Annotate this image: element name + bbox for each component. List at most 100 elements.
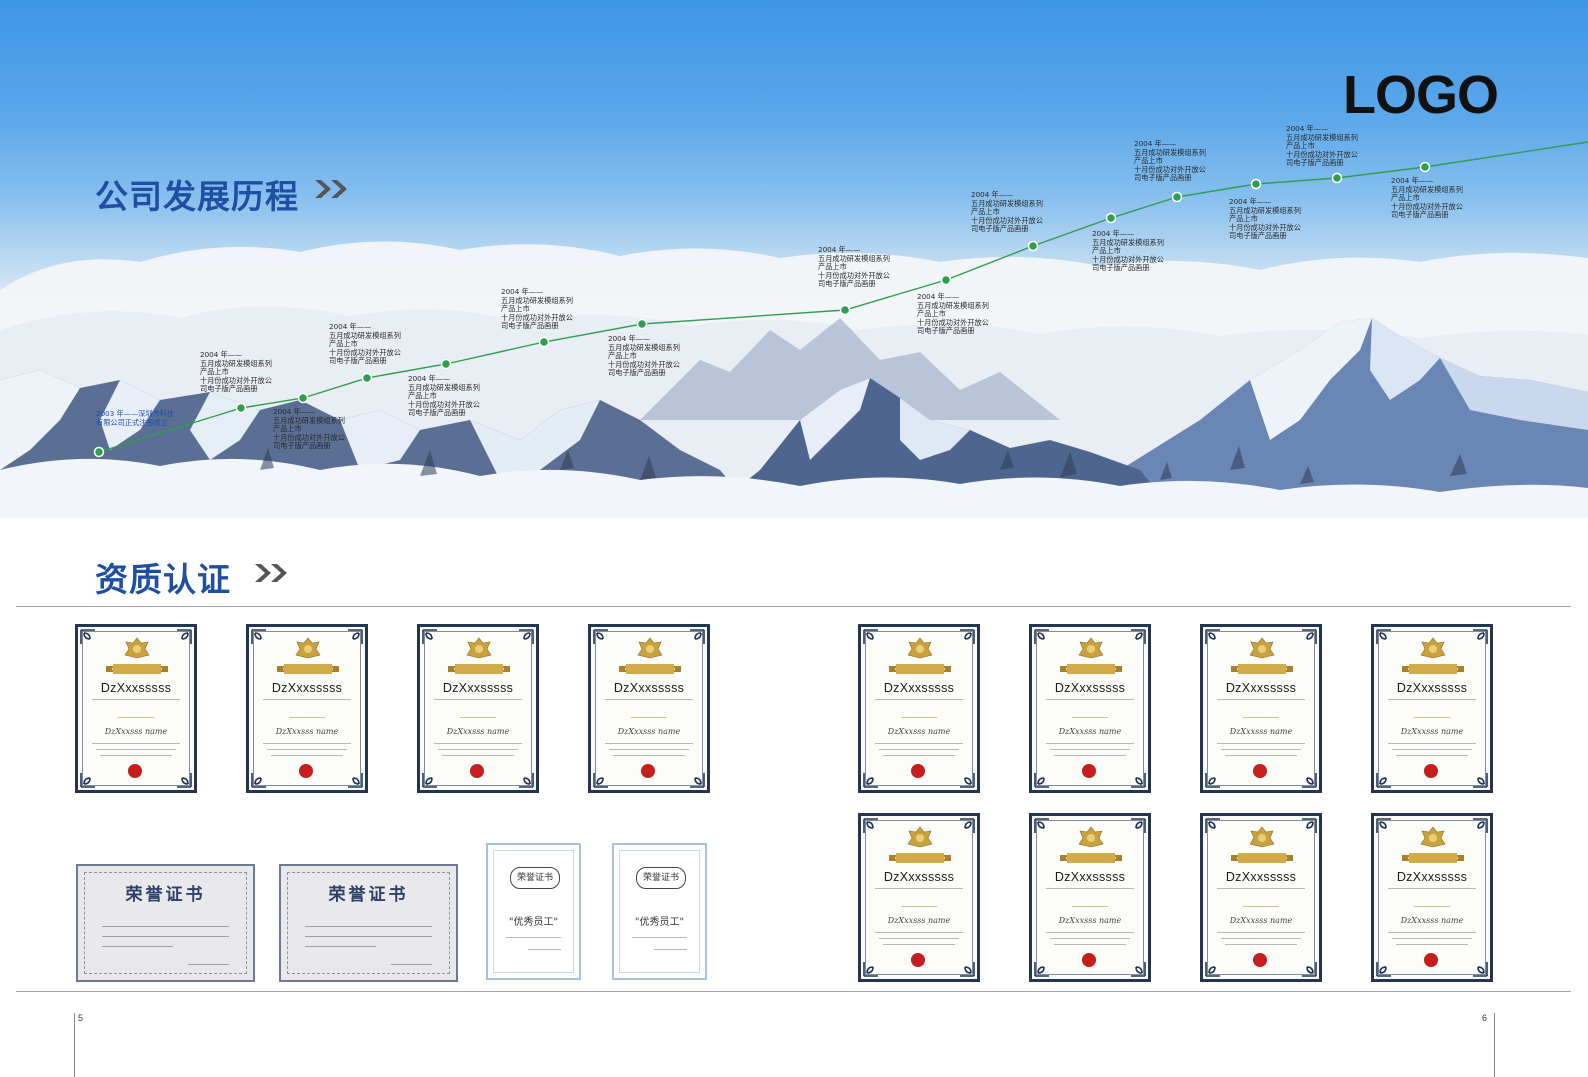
timeline-node bbox=[1105, 212, 1117, 224]
gold-ribbon-icon bbox=[1231, 664, 1293, 674]
certificate: DzXxxsssss DzXxxsss name bbox=[1371, 624, 1493, 793]
certificate-script-name: DzXxxsss name bbox=[104, 727, 168, 736]
certificate-name: DzXxxsssss bbox=[1396, 681, 1468, 695]
gold-crest-icon bbox=[1078, 826, 1104, 848]
certificate: DzXxxsssss DzXxxsss name bbox=[75, 624, 197, 793]
certificate: DzXxxsssss DzXxxsss name bbox=[1200, 624, 1322, 793]
gold-ribbon-icon bbox=[1231, 853, 1293, 863]
certificate-script-name: DzXxxsss name bbox=[446, 727, 510, 736]
milestone-label: 2004 年—— 五月成功研发模组系列 产品上市 十月份成功对外开放公 司电子版… bbox=[1092, 229, 1164, 273]
certificate-name: DzXxxsssss bbox=[883, 870, 955, 884]
timeline-node bbox=[1419, 161, 1431, 173]
certificate-script-name: DzXxxsss name bbox=[1400, 727, 1464, 736]
red-seal-icon bbox=[1253, 953, 1267, 967]
certificate: DzXxxsssss DzXxxsss name bbox=[588, 624, 710, 793]
double-chevron-icon bbox=[255, 564, 287, 582]
honor-certificate-title: 荣誉证书 bbox=[125, 885, 206, 905]
certificate-name: DzXxxsssss bbox=[1054, 681, 1126, 695]
gold-crest-icon bbox=[1078, 637, 1104, 659]
gold-crest-icon bbox=[1249, 826, 1275, 848]
honor-certificate: 荣誉证书 bbox=[279, 864, 458, 982]
milestone-label: 2004 年—— 五月成功研发模组系列 产品上市 十月份成功对外开放公 司电子版… bbox=[1286, 124, 1358, 168]
certificate-name: DzXxxsssss bbox=[100, 681, 172, 695]
hero-banner: LOGO 公司发展历程 2003 年——深圳市科技 有限公司正式注册成立 200… bbox=[0, 0, 1588, 518]
certificate: DzXxxsssss DzXxxsss name bbox=[1029, 813, 1151, 982]
certificate: DzXxxsssss DzXxxsss name bbox=[858, 813, 980, 982]
red-seal-icon bbox=[1082, 764, 1096, 778]
certificate-script-name: DzXxxsss name bbox=[1058, 727, 1122, 736]
certificate-script-name: DzXxxsss name bbox=[617, 727, 681, 736]
award-badge: 荣誉证书 bbox=[510, 867, 560, 889]
gold-ribbon-icon bbox=[1402, 664, 1464, 674]
timeline-node bbox=[440, 358, 452, 370]
page-margin-line bbox=[74, 1013, 75, 1077]
employee-award-certificate: 荣誉证书 "优秀员工" bbox=[486, 843, 581, 980]
milestone-label: 2004 年—— 五月成功研发模组系列 产品上市 十月份成功对外开放公 司电子版… bbox=[329, 322, 401, 366]
section-divider bbox=[16, 606, 1571, 607]
milestone-label-founding: 2003 年——深圳市科技 有限公司正式注册成立 bbox=[96, 409, 175, 427]
milestone-label: 2004 年—— 五月成功研发模组系列 产品上市 十月份成功对外开放公 司电子版… bbox=[917, 292, 989, 336]
page-number-left: 5 bbox=[78, 1013, 84, 1023]
certificate-name: DzXxxsssss bbox=[1225, 681, 1297, 695]
certificate-name: DzXxxsssss bbox=[613, 681, 685, 695]
award-title: "优秀员工" bbox=[508, 917, 559, 928]
award-title: "优秀员工" bbox=[634, 917, 685, 928]
gold-crest-icon bbox=[466, 637, 492, 659]
cert-section-title: 资质认证 bbox=[95, 560, 231, 599]
milestone-label: 2004 年—— 五月成功研发模组系列 产品上市 十月份成功对外开放公 司电子版… bbox=[501, 287, 573, 331]
milestone-label: 2004 年—— 五月成功研发模组系列 产品上市 十月份成功对外开放公 司电子版… bbox=[200, 350, 272, 394]
milestone-label: 2004 年—— 五月成功研发模组系列 产品上市 十月份成功对外开放公 司电子版… bbox=[273, 407, 345, 451]
red-seal-icon bbox=[1424, 764, 1438, 778]
honor-certificate: 荣誉证书 bbox=[76, 864, 255, 982]
page-number-right: 6 bbox=[1482, 1013, 1488, 1023]
double-chevron-icon bbox=[315, 180, 347, 198]
timeline-node bbox=[1331, 172, 1343, 184]
red-seal-icon bbox=[641, 764, 655, 778]
red-seal-icon bbox=[911, 764, 925, 778]
section-divider bbox=[16, 991, 1571, 992]
timeline-node bbox=[1171, 191, 1183, 203]
timeline-node bbox=[297, 392, 309, 404]
certificate: DzXxxsssss DzXxxsss name bbox=[1371, 813, 1493, 982]
timeline-node bbox=[940, 274, 952, 286]
milestone-label: 2004 年—— 五月成功研发模组系列 产品上市 十月份成功对外开放公 司电子版… bbox=[818, 245, 890, 289]
employee-award-certificate: 荣誉证书 "优秀员工" bbox=[612, 843, 707, 980]
certificate-script-name: DzXxxsss name bbox=[1229, 727, 1293, 736]
certificate: DzXxxsssss DzXxxsss name bbox=[246, 624, 368, 793]
red-seal-icon bbox=[1424, 953, 1438, 967]
company-logo: LOGO bbox=[1343, 65, 1499, 125]
certificate: DzXxxsssss DzXxxsss name bbox=[1200, 813, 1322, 982]
gold-crest-icon bbox=[1249, 637, 1275, 659]
gold-crest-icon bbox=[1420, 637, 1446, 659]
honor-certificate-title: 荣誉证书 bbox=[328, 885, 409, 905]
gold-ribbon-icon bbox=[448, 664, 510, 674]
gold-crest-icon bbox=[295, 637, 321, 659]
certificate-script-name: DzXxxsss name bbox=[887, 916, 951, 925]
milestone-label: 2004 年—— 五月成功研发模组系列 产品上市 十月份成功对外开放公 司电子版… bbox=[608, 334, 680, 378]
gold-crest-icon bbox=[907, 637, 933, 659]
gold-ribbon-icon bbox=[277, 664, 339, 674]
gold-ribbon-icon bbox=[889, 664, 951, 674]
certificate-name: DzXxxsssss bbox=[1396, 870, 1468, 884]
gold-crest-icon bbox=[907, 826, 933, 848]
certificate-name: DzXxxsssss bbox=[442, 681, 514, 695]
milestone-label: 2004 年—— 五月成功研发模组系列 产品上市 十月份成功对外开放公 司电子版… bbox=[1229, 197, 1301, 241]
certificate-script-name: DzXxxsss name bbox=[1058, 916, 1122, 925]
milestone-label: 2004 年—— 五月成功研发模组系列 产品上市 十月份成功对外开放公 司电子版… bbox=[971, 190, 1043, 234]
red-seal-icon bbox=[128, 764, 142, 778]
history-section-title: 公司发展历程 bbox=[95, 177, 299, 216]
gold-crest-icon bbox=[637, 637, 663, 659]
red-seal-icon bbox=[299, 764, 313, 778]
award-badge: 荣誉证书 bbox=[636, 867, 686, 889]
certificate: DzXxxsssss DzXxxsss name bbox=[417, 624, 539, 793]
gold-ribbon-icon bbox=[889, 853, 951, 863]
timeline-node bbox=[839, 304, 851, 316]
gold-ribbon-icon bbox=[1060, 664, 1122, 674]
red-seal-icon bbox=[1253, 764, 1267, 778]
certificate-script-name: DzXxxsss name bbox=[1229, 916, 1293, 925]
gold-ribbon-icon bbox=[106, 664, 168, 674]
page-margin-line bbox=[1494, 1013, 1495, 1077]
timeline-node bbox=[235, 402, 247, 414]
gold-crest-icon bbox=[124, 637, 150, 659]
milestone-label: 2004 年—— 五月成功研发模组系列 产品上市 十月份成功对外开放公 司电子版… bbox=[1391, 176, 1463, 220]
